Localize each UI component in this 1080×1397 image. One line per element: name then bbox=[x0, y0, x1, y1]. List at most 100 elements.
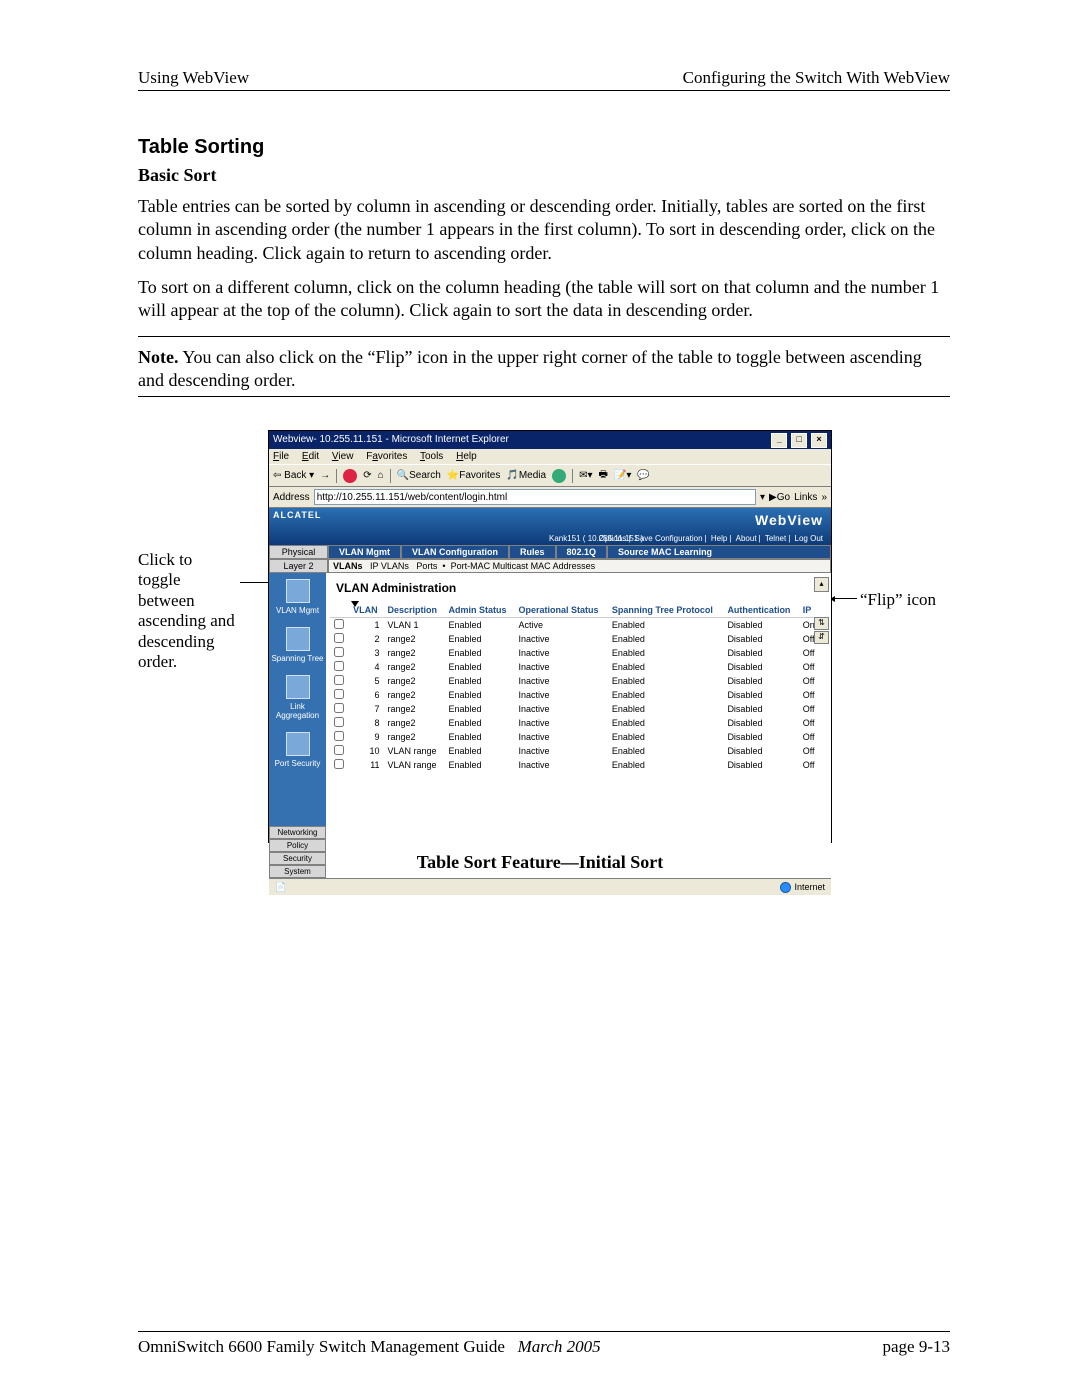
favorites-button[interactable]: ⭐Favorites bbox=[447, 470, 501, 481]
table-row[interactable]: 6range2EnabledInactiveEnabledDisabledOff bbox=[330, 688, 820, 702]
sidebar-policy[interactable]: Policy bbox=[269, 839, 326, 852]
flip-icon-alt[interactable]: ⇵ bbox=[814, 631, 829, 644]
col-admin-status[interactable]: Admin Status bbox=[445, 603, 515, 618]
sidebar: VLAN Mgmt Spanning Tree Link Aggregation… bbox=[269, 573, 326, 878]
links-chevron-icon[interactable]: » bbox=[821, 492, 827, 503]
col-checkbox[interactable] bbox=[330, 603, 349, 618]
subnav-port-mac[interactable]: Port-MAC Multicast MAC Addresses bbox=[451, 561, 596, 571]
table-row[interactable]: 9range2EnabledInactiveEnabledDisabledOff bbox=[330, 730, 820, 744]
table-row[interactable]: 3range2EnabledInactiveEnabledDisabledOff bbox=[330, 646, 820, 660]
row-checkbox[interactable] bbox=[334, 745, 344, 755]
table-row[interactable]: 1VLAN 1EnabledActiveEnabledDisabledOn bbox=[330, 618, 820, 633]
stop-icon[interactable] bbox=[343, 469, 357, 483]
window-controls[interactable]: _ □ × bbox=[770, 431, 827, 449]
row-checkbox[interactable] bbox=[334, 619, 344, 629]
table-row[interactable]: 4range2EnabledInactiveEnabledDisabledOff bbox=[330, 660, 820, 674]
row-checkbox[interactable] bbox=[334, 759, 344, 769]
media-button[interactable]: 🎵Media bbox=[506, 470, 546, 481]
refresh-icon[interactable]: ⟳ bbox=[363, 470, 371, 481]
row-checkbox[interactable] bbox=[334, 689, 344, 699]
menu-view[interactable]: View bbox=[332, 451, 354, 462]
sidebar-item-link-aggregation[interactable]: Link Aggregation bbox=[269, 669, 326, 726]
table-row[interactable]: 8range2EnabledInactiveEnabledDisabledOff bbox=[330, 716, 820, 730]
menu-tools[interactable]: Tools bbox=[420, 451, 443, 462]
vlan-table: VLAN Description Admin Status Operationa… bbox=[330, 603, 820, 772]
menu-help[interactable]: Help bbox=[456, 451, 477, 462]
minimize-icon[interactable]: _ bbox=[771, 433, 787, 448]
crumb-8021q[interactable]: 802.1Q bbox=[556, 545, 608, 559]
col-operational-status[interactable]: Operational Status bbox=[515, 603, 608, 618]
menu-file[interactable]: File bbox=[273, 451, 289, 462]
history-icon[interactable] bbox=[552, 469, 566, 483]
col-description[interactable]: Description bbox=[384, 603, 445, 618]
table-row[interactable]: 10VLAN rangeEnabledInactiveEnabledDisabl… bbox=[330, 744, 820, 758]
opt-about[interactable]: About bbox=[736, 534, 757, 543]
opt-save-config[interactable]: Save Configuration bbox=[635, 534, 703, 543]
mail-icon[interactable]: ✉▾ bbox=[579, 470, 592, 481]
subnav-ports[interactable]: Ports bbox=[416, 561, 437, 571]
row-checkbox[interactable] bbox=[334, 647, 344, 657]
footer-page: page 9-13 bbox=[882, 1337, 950, 1357]
opt-telnet[interactable]: Telnet bbox=[765, 534, 786, 543]
table-row[interactable]: 11VLAN rangeEnabledInactiveEnabledDisabl… bbox=[330, 758, 820, 772]
back-button[interactable]: ⇦ Back ▾ bbox=[273, 470, 314, 481]
subnav: VLANs IP VLANs Ports • Port-MAC Multicas… bbox=[328, 559, 831, 573]
opt-logout[interactable]: Log Out bbox=[795, 534, 823, 543]
crumb-source-mac[interactable]: Source MAC Learning bbox=[607, 545, 831, 559]
opt-options[interactable]: Options bbox=[599, 534, 627, 543]
alcatel-logo: ALCATEL bbox=[273, 510, 321, 520]
discuss-icon[interactable]: 💬 bbox=[637, 470, 649, 481]
links-label[interactable]: Links bbox=[794, 492, 817, 503]
crumb-physical[interactable]: Physical bbox=[269, 545, 328, 559]
row-checkbox[interactable] bbox=[334, 675, 344, 685]
subnav-row: Layer 2 VLANs IP VLANs Ports • Port-MAC … bbox=[269, 559, 831, 573]
col-authentication[interactable]: Authentication bbox=[723, 603, 798, 618]
content-pane: ▴ VLAN Administration ⇅ ⇵ VLAN Descripti… bbox=[326, 573, 831, 878]
running-header-left: Using WebView bbox=[138, 68, 249, 88]
forward-button[interactable]: → bbox=[320, 470, 330, 481]
table-row[interactable]: 2range2EnabledInactiveEnabledDisabledOff bbox=[330, 632, 820, 646]
table-header-row: VLAN Description Admin Status Operationa… bbox=[330, 603, 820, 618]
row-checkbox[interactable] bbox=[334, 717, 344, 727]
row-checkbox[interactable] bbox=[334, 661, 344, 671]
flip-icon[interactable]: ⇅ bbox=[814, 617, 829, 630]
menu-bar[interactable]: File Edit View Favorites Tools Help bbox=[269, 449, 831, 464]
go-button[interactable]: ▶Go bbox=[769, 492, 790, 503]
sidebar-item-port-security[interactable]: Port Security bbox=[269, 726, 326, 774]
maximize-icon[interactable]: □ bbox=[791, 433, 807, 448]
crumb-rules[interactable]: Rules bbox=[509, 545, 556, 559]
sidebar-item-spanning-tree[interactable]: Spanning Tree bbox=[269, 621, 326, 669]
sidebar-item-vlan-mgmt[interactable]: VLAN Mgmt bbox=[269, 573, 326, 621]
col-ip[interactable]: IP bbox=[799, 603, 820, 618]
search-button[interactable]: 🔍Search bbox=[397, 470, 441, 481]
crumb-vlan-configuration[interactable]: VLAN Configuration bbox=[401, 545, 509, 559]
port-security-icon bbox=[286, 732, 310, 756]
running-header-right: Configuring the Switch With WebView bbox=[683, 68, 950, 88]
subnav-ip-vlans[interactable]: IP VLANs bbox=[370, 561, 409, 571]
spanning-tree-icon bbox=[286, 627, 310, 651]
row-checkbox[interactable] bbox=[334, 731, 344, 741]
sidebar-networking[interactable]: Networking bbox=[269, 826, 326, 839]
address-dropdown-icon[interactable]: ▾ bbox=[760, 492, 765, 503]
opt-help[interactable]: Help bbox=[711, 534, 727, 543]
subnav-vlans[interactable]: VLANs bbox=[333, 561, 363, 571]
close-icon[interactable]: × bbox=[811, 433, 827, 448]
window-titlebar: Webview- 10.255.11.151 - Microsoft Inter… bbox=[269, 431, 831, 449]
row-checkbox[interactable] bbox=[334, 633, 344, 643]
layer2-label[interactable]: Layer 2 bbox=[269, 559, 328, 573]
table-row[interactable]: 5range2EnabledInactiveEnabledDisabledOff bbox=[330, 674, 820, 688]
link-aggregation-icon bbox=[286, 675, 310, 699]
col-spanning-tree[interactable]: Spanning Tree Protocol bbox=[608, 603, 724, 618]
print-icon[interactable]: 🖶 bbox=[598, 467, 607, 484]
home-icon[interactable]: ⌂ bbox=[378, 470, 384, 481]
address-input[interactable] bbox=[314, 489, 756, 505]
edit-icon[interactable]: 📝▾ bbox=[614, 470, 631, 481]
menu-favorites[interactable]: Favorites bbox=[366, 451, 407, 462]
crumb-vlan-mgmt[interactable]: VLAN Mgmt bbox=[328, 545, 401, 559]
paragraph-basic-sort-1: Table entries can be sorted by column in… bbox=[138, 195, 950, 265]
col-vlan[interactable]: VLAN bbox=[349, 603, 383, 618]
row-checkbox[interactable] bbox=[334, 703, 344, 713]
scroll-up-icon[interactable]: ▴ bbox=[814, 577, 829, 592]
menu-edit[interactable]: Edit bbox=[302, 451, 319, 462]
table-row[interactable]: 7range2EnabledInactiveEnabledDisabledOff bbox=[330, 702, 820, 716]
